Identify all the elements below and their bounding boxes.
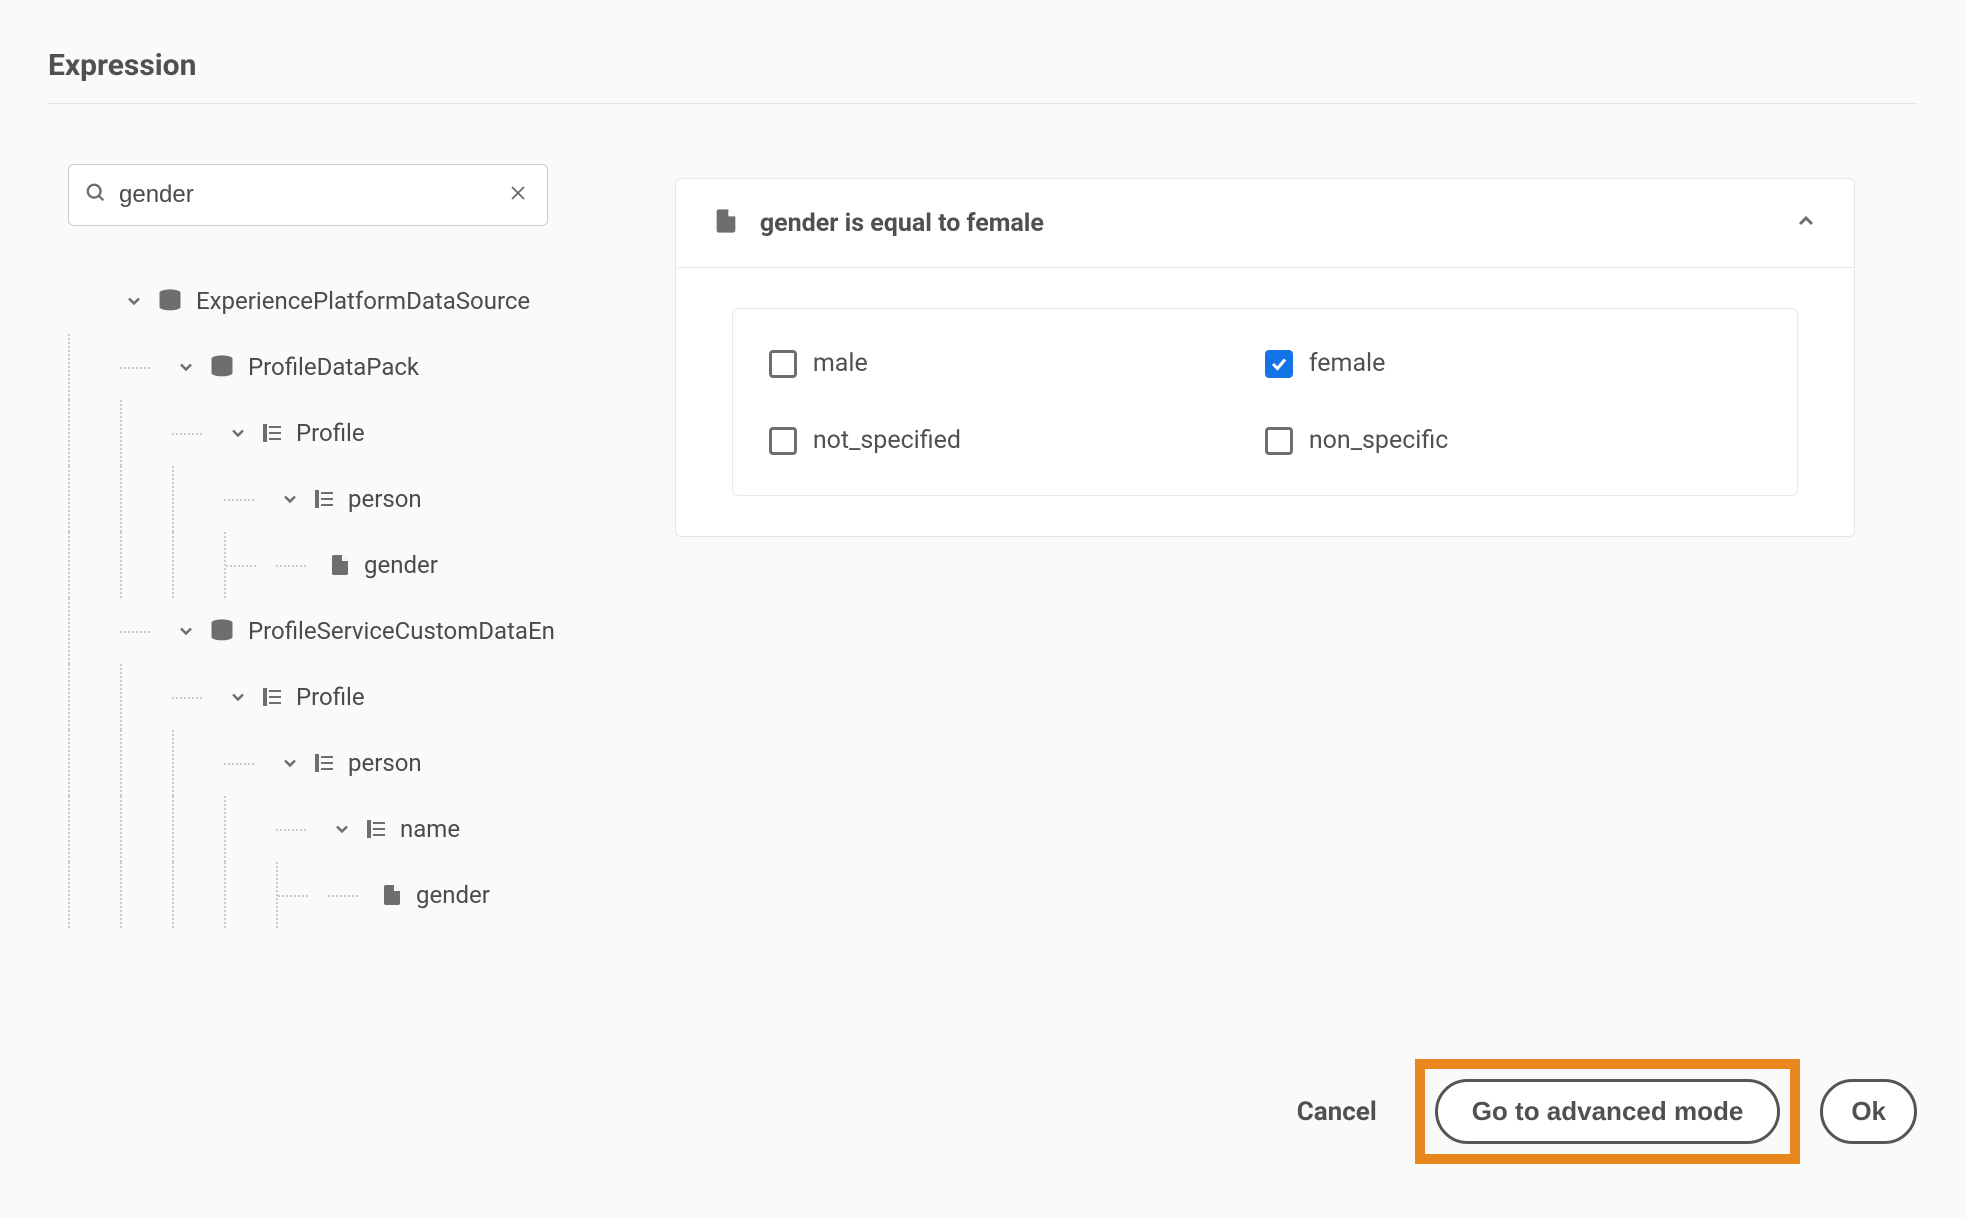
chevron-up-icon[interactable] xyxy=(1794,209,1818,237)
chevron-down-icon xyxy=(172,621,200,641)
left-column: ExperiencePlatformDataSource ProfileData… xyxy=(48,164,555,928)
search-input[interactable] xyxy=(119,181,505,209)
option-female[interactable]: female xyxy=(1265,349,1761,378)
file-icon xyxy=(380,883,404,907)
divider xyxy=(48,103,1917,104)
option-not-specified[interactable]: not_specified xyxy=(769,426,1265,455)
tree-leaf[interactable]: gender xyxy=(68,532,555,598)
right-column: gender is equal to female male xyxy=(675,164,1855,537)
schema-icon xyxy=(364,817,388,841)
database-icon xyxy=(156,287,184,315)
main-area: ExperiencePlatformDataSource ProfileData… xyxy=(48,164,1917,928)
schema-icon xyxy=(260,685,284,709)
option-label: non_specific xyxy=(1309,426,1448,455)
tree-label: ExperiencePlatformDataSource xyxy=(196,287,530,315)
search-icon xyxy=(85,182,107,208)
tree-label: Profile xyxy=(296,683,365,711)
chevron-down-icon xyxy=(224,423,252,443)
option-label: female xyxy=(1309,349,1386,378)
search-wrap xyxy=(68,164,548,226)
chevron-down-icon xyxy=(120,291,148,311)
panel-header[interactable]: gender is equal to female xyxy=(676,179,1854,268)
file-icon xyxy=(328,553,352,577)
schema-icon xyxy=(260,421,284,445)
tree: ExperiencePlatformDataSource ProfileData… xyxy=(68,268,555,928)
checkbox-icon xyxy=(1265,427,1293,455)
chevron-down-icon xyxy=(172,357,200,377)
panel-body: male female not_specified xyxy=(676,268,1854,536)
option-male[interactable]: male xyxy=(769,349,1265,378)
tree-node[interactable]: ProfileServiceCustomDataEn xyxy=(68,598,555,664)
tree-node[interactable]: person xyxy=(68,730,555,796)
ok-button[interactable]: Ok xyxy=(1820,1079,1917,1144)
tree-node[interactable]: Profile xyxy=(68,400,555,466)
file-icon xyxy=(712,207,740,239)
checkbox-icon xyxy=(769,427,797,455)
schema-icon xyxy=(312,487,336,511)
chevron-down-icon xyxy=(276,753,304,773)
tree-label: person xyxy=(348,485,422,513)
tree-label: ProfileDataPack xyxy=(248,353,419,381)
tree-node-root[interactable]: ExperiencePlatformDataSource xyxy=(68,268,555,334)
chevron-down-icon xyxy=(224,687,252,707)
tree-node[interactable]: name xyxy=(68,796,555,862)
tree-label: name xyxy=(400,815,460,843)
panel-title: gender is equal to female xyxy=(760,209,1794,238)
cancel-button[interactable]: Cancel xyxy=(1279,1087,1395,1137)
tree-label: Profile xyxy=(296,419,365,447)
database-icon xyxy=(208,617,236,645)
database-icon xyxy=(208,353,236,381)
tree-node[interactable]: person xyxy=(68,466,555,532)
options-box: male female not_specified xyxy=(732,308,1798,496)
chevron-down-icon xyxy=(276,489,304,509)
option-label: not_specified xyxy=(813,426,961,455)
chevron-down-icon xyxy=(328,819,356,839)
page-title: Expression xyxy=(48,48,1917,83)
advanced-mode-button[interactable]: Go to advanced mode xyxy=(1435,1079,1781,1144)
tree-leaf[interactable]: gender xyxy=(68,862,555,928)
clear-search-icon[interactable] xyxy=(505,179,531,212)
tree-node[interactable]: ProfileDataPack xyxy=(68,334,555,400)
condition-panel: gender is equal to female male xyxy=(675,178,1855,537)
option-non-specific[interactable]: non_specific xyxy=(1265,426,1761,455)
schema-icon xyxy=(312,751,336,775)
search-box[interactable] xyxy=(68,164,548,226)
checkbox-checked-icon xyxy=(1265,350,1293,378)
tree-label: gender xyxy=(364,551,438,579)
tree-label: gender xyxy=(416,881,490,909)
tree-node[interactable]: Profile xyxy=(68,664,555,730)
tree-label: person xyxy=(348,749,422,777)
footer: Cancel Go to advanced mode Ok xyxy=(1279,1065,1917,1158)
tree-label: ProfileServiceCustomDataEn xyxy=(248,617,555,645)
checkbox-icon xyxy=(769,350,797,378)
option-label: male xyxy=(813,349,868,378)
